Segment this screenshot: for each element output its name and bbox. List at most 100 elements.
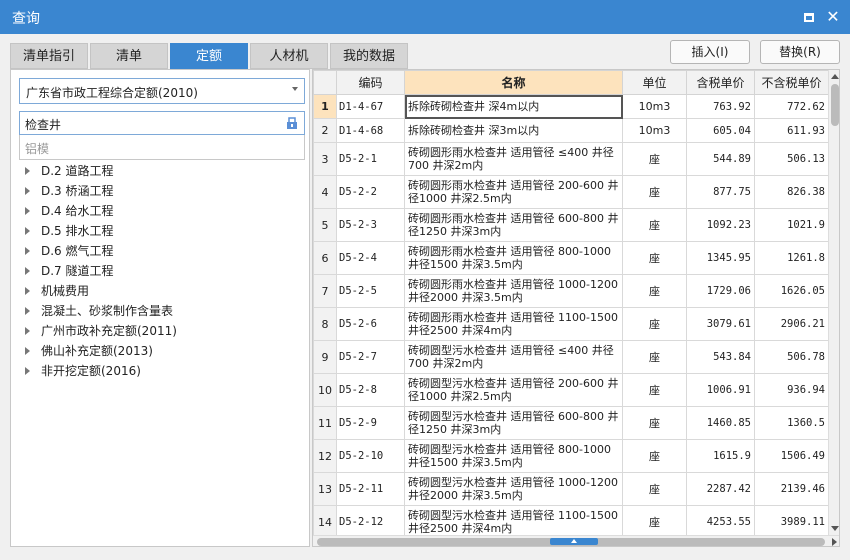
expand-icon[interactable] <box>25 187 30 195</box>
cell-tax-price[interactable]: 544.89 <box>686 142 755 176</box>
cell-name[interactable]: 砖砌圆形雨水检查井 适用管径 ≤400 井径700 井深2m内 <box>404 142 623 176</box>
cell-notax-price[interactable]: 611.93 <box>754 118 829 143</box>
cell-notax-price[interactable]: 772.62 <box>754 94 829 119</box>
replace-button[interactable]: 替换(R) <box>760 40 840 64</box>
expand-icon[interactable] <box>25 227 30 235</box>
cell-code[interactable]: D5-2-5 <box>336 274 405 308</box>
cell-notax-price[interactable]: 826.38 <box>754 175 829 209</box>
cell-name[interactable]: 砖砌圆型污水检查井 适用管径 1000-1200 井径2000 井深3.5m内 <box>404 472 623 506</box>
cell-notax-price[interactable]: 1626.05 <box>754 274 829 308</box>
table-row[interactable]: 12 D5-2-10 砖砌圆型污水检查井 适用管径 800-1000 井径150… <box>313 439 829 473</box>
tab-bill[interactable]: 清单 <box>90 43 168 69</box>
scroll-thumb[interactable] <box>831 84 839 126</box>
cell-code[interactable]: D5-2-11 <box>336 472 405 506</box>
cell-unit[interactable]: 座 <box>622 406 687 440</box>
cell-name[interactable]: 砖砌圆型污水检查井 适用管径 200-600 井径1000 井深2.5m内 <box>404 373 623 407</box>
header-unit[interactable]: 单位 <box>622 70 687 95</box>
maximize-icon[interactable] <box>800 8 818 26</box>
expand-icon[interactable] <box>25 267 30 275</box>
cell-tax-price[interactable]: 543.84 <box>686 340 755 374</box>
cell-name[interactable]: 砖砌圆形雨水检查井 适用管径 1000-1200 井径2000 井深3.5m内 <box>404 274 623 308</box>
panel-splitter-handle[interactable] <box>550 538 598 545</box>
cell-unit[interactable]: 座 <box>622 472 687 506</box>
cell-unit[interactable]: 座 <box>622 340 687 374</box>
cell-tax-price[interactable]: 1460.85 <box>686 406 755 440</box>
cell-notax-price[interactable]: 506.13 <box>754 142 829 176</box>
cell-notax-price[interactable]: 1506.49 <box>754 439 829 473</box>
tree-item-d6[interactable]: D.6 燃气工程 <box>25 241 114 261</box>
cell-notax-price[interactable]: 936.94 <box>754 373 829 407</box>
cell-tax-price[interactable]: 1345.95 <box>686 241 755 275</box>
clear-search-icon[interactable] <box>285 116 299 130</box>
cell-unit[interactable]: 座 <box>622 208 687 242</box>
cell-notax-price[interactable]: 1021.9 <box>754 208 829 242</box>
tree-item-machinery[interactable]: 机械费用 <box>25 281 89 301</box>
cell-name[interactable]: 砖砌圆形雨水检查井 适用管径 800-1000 井径1500 井深3.5m内 <box>404 241 623 275</box>
table-row[interactable]: 1 D1-4-67 拆除砖砌检查井 深4m以内 10m3 763.92 772.… <box>313 94 829 119</box>
expand-icon[interactable] <box>25 347 30 355</box>
cell-name[interactable]: 砖砌圆型污水检查井 适用管径 1100-1500 井径2500 井深4m内 <box>404 505 623 539</box>
cell-tax-price[interactable]: 3079.61 <box>686 307 755 341</box>
header-name[interactable]: 名称 <box>404 70 623 95</box>
cell-code[interactable]: D1-4-67 <box>336 94 405 119</box>
insert-button[interactable]: 插入(I) <box>670 40 750 64</box>
table-row[interactable]: 2 D1-4-68 拆除砖砌检查井 深3m以内 10m3 605.04 611.… <box>313 118 829 143</box>
cell-tax-price[interactable]: 2287.42 <box>686 472 755 506</box>
cell-unit[interactable]: 10m3 <box>622 118 687 143</box>
table-row[interactable]: 11 D5-2-9 砖砌圆型污水检查井 适用管径 600-800 井径1250 … <box>313 406 829 440</box>
cell-notax-price[interactable]: 1360.5 <box>754 406 829 440</box>
cell-notax-price[interactable]: 2139.46 <box>754 472 829 506</box>
table-row[interactable]: 6 D5-2-4 砖砌圆形雨水检查井 适用管径 800-1000 井径1500 … <box>313 241 829 275</box>
cell-tax-price[interactable]: 605.04 <box>686 118 755 143</box>
cell-unit[interactable]: 座 <box>622 505 687 539</box>
cell-unit[interactable]: 座 <box>622 175 687 209</box>
tab-labor-material-machine[interactable]: 人材机 <box>250 43 328 69</box>
cell-code[interactable]: D5-2-7 <box>336 340 405 374</box>
cell-unit[interactable]: 座 <box>622 373 687 407</box>
cell-notax-price[interactable]: 1261.8 <box>754 241 829 275</box>
cell-code[interactable]: D5-2-1 <box>336 142 405 176</box>
scroll-right-icon[interactable] <box>832 538 837 546</box>
cell-name[interactable]: 砖砌圆形雨水检查井 适用管径 1100-1500 井径2500 井深4m内 <box>404 307 623 341</box>
table-row[interactable]: 3 D5-2-1 砖砌圆形雨水检查井 适用管径 ≤400 井径700 井深2m内… <box>313 142 829 176</box>
cell-name[interactable]: 砖砌圆形雨水检查井 适用管径 200-600 井径1000 井深2.5m内 <box>404 175 623 209</box>
tree-item-d4[interactable]: D.4 给水工程 <box>25 201 114 221</box>
cell-name[interactable]: 砖砌圆型污水检查井 适用管径 ≤400 井径700 井深2m内 <box>404 340 623 374</box>
tree-item-d7[interactable]: D.7 隧道工程 <box>25 261 114 281</box>
cell-tax-price[interactable]: 4253.55 <box>686 505 755 539</box>
tree-item-d5[interactable]: D.5 排水工程 <box>25 221 114 241</box>
expand-icon[interactable] <box>25 167 30 175</box>
table-row[interactable]: 7 D5-2-5 砖砌圆形雨水检查井 适用管径 1000-1200 井径2000… <box>313 274 829 308</box>
cell-unit[interactable]: 座 <box>622 274 687 308</box>
table-row[interactable]: 14 D5-2-12 砖砌圆型污水检查井 适用管径 1100-1500 井径25… <box>313 505 829 539</box>
cell-name[interactable]: 拆除砖砌检查井 深3m以内 <box>404 118 623 143</box>
table-row[interactable]: 9 D5-2-7 砖砌圆型污水检查井 适用管径 ≤400 井径700 井深2m内… <box>313 340 829 374</box>
header-notax-price[interactable]: 不含税单价 <box>754 70 829 95</box>
cell-notax-price[interactable]: 2906.21 <box>754 307 829 341</box>
expand-icon[interactable] <box>25 327 30 335</box>
table-row[interactable]: 8 D5-2-6 砖砌圆形雨水检查井 适用管径 1100-1500 井径2500… <box>313 307 829 341</box>
cell-unit[interactable]: 座 <box>622 307 687 341</box>
cell-unit[interactable]: 座 <box>622 241 687 275</box>
tree-item-foshan[interactable]: 佛山补充定额(2013) <box>25 341 153 361</box>
cell-code[interactable]: D5-2-3 <box>336 208 405 242</box>
tab-bill-guide[interactable]: 清单指引 <box>10 43 88 69</box>
vertical-scrollbar[interactable] <box>828 70 839 535</box>
tree-item-concrete[interactable]: 混凝土、砂浆制作含量表 <box>25 301 173 321</box>
tree-item-d2[interactable]: D.2 道路工程 <box>25 161 114 181</box>
cell-tax-price[interactable]: 877.75 <box>686 175 755 209</box>
expand-icon[interactable] <box>25 247 30 255</box>
scroll-down-icon[interactable] <box>831 526 839 531</box>
cell-tax-price[interactable]: 1615.9 <box>686 439 755 473</box>
cell-name[interactable]: 砖砌圆型污水检查井 适用管径 800-1000 井径1500 井深3.5m内 <box>404 439 623 473</box>
scroll-up-icon[interactable] <box>831 74 839 79</box>
table-row[interactable]: 13 D5-2-11 砖砌圆型污水检查井 适用管径 1000-1200 井径20… <box>313 472 829 506</box>
header-code[interactable]: 编码 <box>336 70 405 95</box>
table-row[interactable]: 10 D5-2-8 砖砌圆型污水检查井 适用管径 200-600 井径1000 … <box>313 373 829 407</box>
expand-icon[interactable] <box>25 287 30 295</box>
library-select[interactable]: 广东省市政工程综合定额(2010) <box>19 78 305 104</box>
cell-name[interactable]: 拆除砖砌检查井 深4m以内 <box>404 94 623 119</box>
tree-item-guangzhou[interactable]: 广州市政补充定额(2011) <box>25 321 177 341</box>
close-icon[interactable]: ✕ <box>824 8 842 26</box>
expand-icon[interactable] <box>25 207 30 215</box>
